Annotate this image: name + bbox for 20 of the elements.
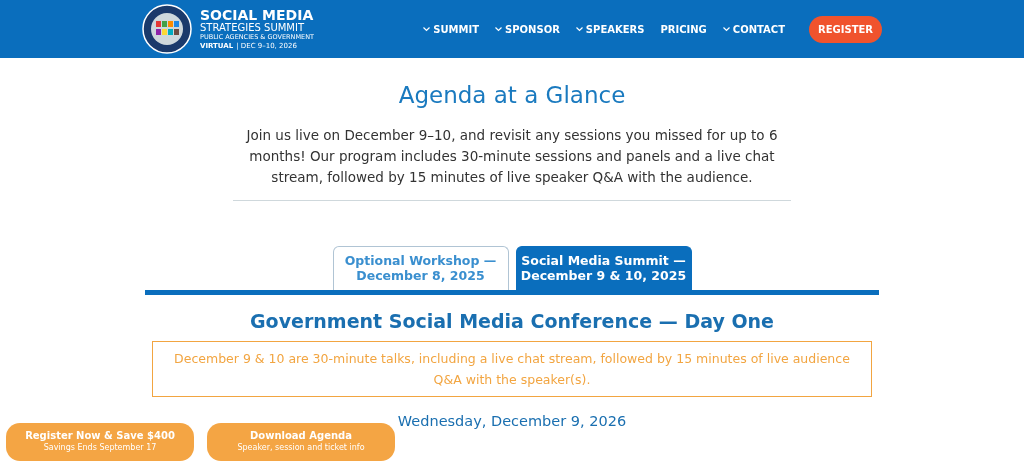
chevron-down-icon xyxy=(423,26,431,32)
notice-box: December 9 & 10 are 30-minute talks, including a live chat stream, followed by 15 minutes of live audience Q&A with the speaker(s). xyxy=(152,341,872,397)
chevron-down-icon xyxy=(722,26,730,32)
nav-link[interactable]: SUMMIT xyxy=(423,21,480,37)
register-button[interactable]: REGISTER xyxy=(809,15,882,43)
brand-subtitle: STRATEGIES SUMMIT xyxy=(200,23,305,34)
seal-logo-icon xyxy=(142,4,192,54)
page-title: Agenda at a Glance xyxy=(398,81,626,110)
nav-link[interactable]: SPEAKERS xyxy=(575,21,645,37)
chevron-down-icon xyxy=(575,26,583,32)
date-heading: Wednesday, December 9, 2026 xyxy=(397,412,627,431)
day-heading: Government Social Media Conference — Day One xyxy=(250,308,774,334)
agenda-tab[interactable]: Optional Workshop — December 8, 2025 xyxy=(332,245,509,290)
nav-link[interactable]: CONTACT xyxy=(722,21,785,37)
nav-link[interactable]: PRICING xyxy=(660,21,707,37)
chevron-down-icon xyxy=(495,26,503,32)
agenda-tab[interactable]: Social Media Summit — December 9 & 10, 2025 xyxy=(515,245,692,290)
nav-link[interactable]: SPONSOR xyxy=(495,21,560,37)
intro-paragraph: Join us live on December 9–10, and revisit any sessions you missed for up to 6 months! Our program includes 30-minute sessions and panels and a live chat stream, followed by 15 minutes of live speaker Q&A with the audience. xyxy=(244,125,779,187)
brand-title: SOCIAL MEDIA xyxy=(200,8,315,23)
